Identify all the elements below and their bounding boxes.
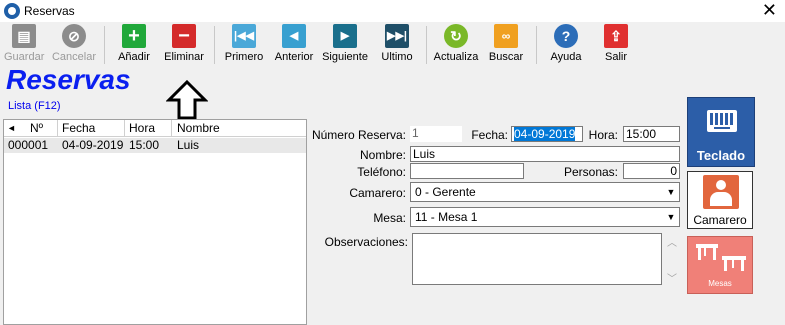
nombre-label: Nombre: [359,148,406,162]
refresh-label: Actualiza [433,51,479,63]
help-label: Ayuda [550,51,582,63]
hora-field[interactable]: 15:00 [623,126,680,142]
hora-label: Hora: [588,128,618,142]
save-label: Guardar [4,51,45,63]
previous-label: Anterior [274,51,314,63]
cell-numero: 000001 [8,138,49,152]
close-icon[interactable]: ✕ [762,1,777,19]
exit-label: Salir [604,51,627,63]
personas-label: Personas: [563,165,618,179]
list-header: ◄ Nº Fecha Hora Nombre [4,120,306,137]
column-numero[interactable]: Nº [30,121,43,135]
cell-fecha: 04-09-2019 [62,138,124,152]
reservations-list[interactable]: ◄ Nº Fecha Hora Nombre 000001 04-09-2019… [3,119,307,325]
last-icon: ▶▶| [385,24,409,48]
nombre-field[interactable]: Luis [410,146,680,162]
scroll-down-icon[interactable]: ﹀ [665,270,679,285]
first-icon: |◀◀ [232,24,256,48]
column-divider [57,120,58,137]
cancel-button[interactable]: ⊘ Cancelar [50,24,98,63]
numero-field[interactable]: 1 [410,126,462,142]
exit-icon: ⇪ [604,24,628,48]
first-button[interactable]: |◀◀ Primero [222,24,266,63]
sort-indicator-icon: ◄ [7,123,16,133]
waiter-button[interactable]: Camarero [687,171,753,229]
list-link[interactable]: Lista (F12) [8,100,61,112]
observaciones-label: Observaciones: [324,235,408,249]
numero-label: Número Reserva: [311,128,406,142]
window-title: Reservas [24,4,75,18]
column-divider [124,120,125,137]
cancel-icon: ⊘ [62,24,86,48]
fecha-field[interactable]: 04-09-2019 [511,126,583,142]
add-button[interactable]: + Añadir [114,24,154,63]
save-button[interactable]: ▤ Guardar [4,24,44,63]
tables-label: Mesas [708,279,732,288]
column-divider [171,120,172,137]
waiter-label: Camarero [693,213,747,227]
telefono-label: Teléfono: [357,165,406,179]
keyboard-button[interactable]: Teclado [687,97,755,167]
camarero-value: 0 - Gerente [415,185,476,199]
telefono-field[interactable] [410,163,524,179]
save-icon: ▤ [12,24,36,48]
plus-icon: + [122,24,146,48]
title-bar: Reservas ✕ [0,0,785,22]
help-icon: ? [554,24,578,48]
minus-icon: − [172,24,196,48]
refresh-button[interactable]: ↻ Actualiza [432,24,480,63]
delete-label: Eliminar [164,51,204,63]
observaciones-field[interactable] [412,233,662,285]
delete-button[interactable]: − Eliminar [162,24,206,63]
camarero-label: Camarero: [349,186,406,200]
arrow-up-icon [166,80,208,120]
refresh-icon: ↻ [444,24,468,48]
personas-field[interactable]: 0 [623,163,680,179]
fecha-value: 04-09-2019 [514,127,576,141]
help-button[interactable]: ? Ayuda [546,24,586,63]
add-label: Añadir [118,51,150,63]
column-hora[interactable]: Hora [129,121,155,135]
previous-icon: ◀ [282,24,306,48]
waiter-icon [703,175,739,209]
keyboard-label: Teclado [696,148,746,163]
toolbar-divider [536,26,537,64]
cancel-label: Cancelar [51,51,97,63]
keyboard-icon [707,110,737,132]
last-button[interactable]: ▶▶| Ultimo [376,24,418,63]
toolbar-divider [104,26,105,64]
first-label: Primero [224,51,264,63]
toolbar: ▤ Guardar ⊘ Cancelar + Añadir − Eliminar… [0,22,785,66]
exit-button[interactable]: ⇪ Salir [598,24,634,63]
fecha-label: Fecha: [471,128,508,142]
tables-icon [696,244,746,271]
cell-hora: 15:00 [129,138,160,152]
search-label: Buscar [488,51,524,63]
search-button[interactable]: ∞ Buscar [486,24,526,63]
camarero-select[interactable]: 0 - Gerente ▼ [410,182,680,202]
column-fecha[interactable]: Fecha [62,121,95,135]
tables-button[interactable]: Mesas [687,236,753,294]
chevron-down-icon[interactable]: ▼ [664,209,678,225]
next-icon: ▶ [333,24,357,48]
next-button[interactable]: ▶ Siguiente [322,24,368,63]
last-label: Ultimo [381,51,413,63]
next-label: Siguiente [322,51,368,63]
app-logo-icon [4,3,20,19]
table-row[interactable]: 000001 04-09-2019 15:00 Luis [4,138,306,153]
cell-nombre: Luis [177,138,200,152]
scroll-up-icon[interactable]: ︿ [665,234,679,249]
column-nombre[interactable]: Nombre [177,121,220,135]
mesa-label: Mesa: [373,211,406,225]
previous-button[interactable]: ◀ Anterior [272,24,316,63]
mesa-value: 11 - Mesa 1 [415,210,478,224]
mesa-select[interactable]: 11 - Mesa 1 ▼ [410,207,680,227]
page-title: Reservas [6,64,131,95]
toolbar-divider [214,26,215,64]
toolbar-divider [426,26,427,64]
chevron-down-icon[interactable]: ▼ [664,184,678,200]
binoculars-icon: ∞ [494,24,518,48]
